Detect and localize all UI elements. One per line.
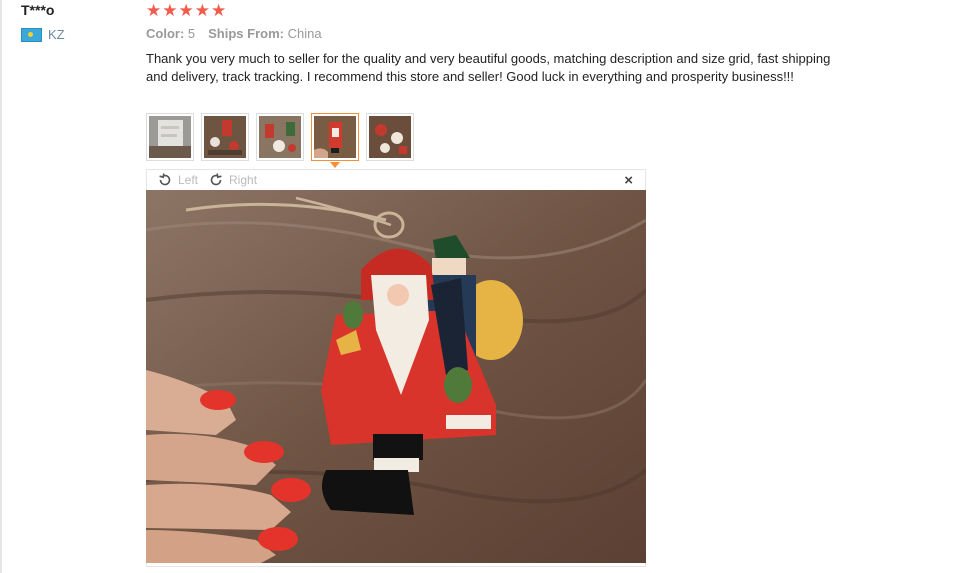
photo-thumbnails (146, 113, 421, 168)
active-thumb-indicator (330, 162, 340, 168)
viewer-toolbar: Left Right × (146, 169, 646, 190)
left-divider (0, 0, 2, 573)
rotate-right-icon (210, 173, 222, 186)
rotate-left-button[interactable]: Left (157, 172, 198, 188)
color-attribute: Color: 5 (146, 26, 195, 41)
star-icon: ★ (162, 1, 178, 20)
kz-flag-icon (21, 27, 42, 42)
rotate-right-button[interactable]: Right (208, 172, 257, 188)
rotate-left-label: Left (178, 173, 199, 187)
viewer-footer (146, 563, 646, 567)
review-photo-large (146, 190, 646, 563)
color-value: 5 (187, 26, 196, 41)
ornaments-photo (259, 116, 301, 158)
star-icon: ★ (211, 1, 227, 20)
ships-from-value: China (287, 26, 322, 41)
ornaments-photo (204, 116, 246, 158)
star-icon: ★ (194, 1, 210, 20)
ships-from-label: Ships From: (208, 26, 284, 41)
photo-thumbnail[interactable] (201, 113, 249, 161)
package-photo (149, 116, 191, 158)
photo-thumbnail-active[interactable] (311, 113, 359, 168)
reviewer-country: KZ (21, 27, 65, 42)
rotate-left-icon (159, 173, 171, 186)
star-icon: ★ (178, 1, 194, 20)
close-viewer-button[interactable]: × (624, 172, 633, 189)
rotate-right-label: Right (229, 173, 258, 187)
review-text: Thank you very much to seller for the qu… (146, 51, 831, 84)
star-rating: ★ ★ ★ ★ ★ (146, 1, 227, 21)
photo-thumbnail[interactable] (146, 113, 194, 161)
reviewer-name: T***o (21, 2, 55, 18)
ornaments-photo (369, 116, 411, 158)
color-label: Color: (146, 26, 185, 41)
ships-from-attribute: Ships From: China (208, 26, 321, 41)
santa-ornament-photo (314, 116, 356, 158)
star-icon: ★ (146, 1, 162, 20)
photo-thumbnail[interactable] (366, 113, 414, 161)
photo-viewer: Left Right × (146, 169, 646, 569)
photo-thumbnail[interactable] (256, 113, 304, 161)
order-attributes: Color: 5 Ships From: China (146, 26, 335, 41)
country-code: KZ (48, 27, 65, 42)
